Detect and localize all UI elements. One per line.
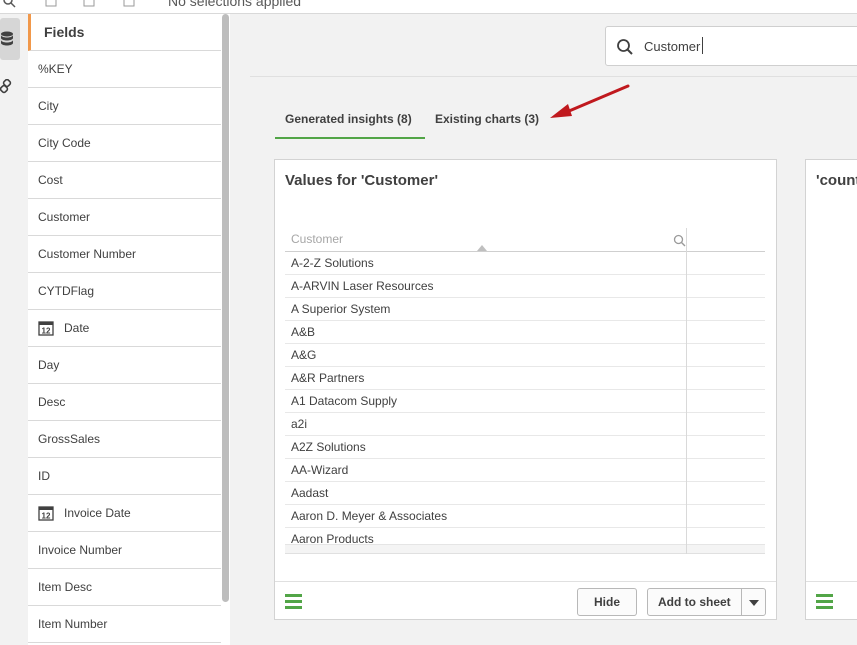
add-to-sheet-dropdown-button[interactable] [741,588,766,616]
field-item-label: City [38,99,59,113]
fields-panel-header: Fields [28,14,221,51]
field-item-label: Invoice Date [64,506,131,520]
list-item[interactable]: A&G [285,344,765,367]
master-items-rail-button[interactable] [0,66,20,108]
selection-back-icon[interactable] [44,0,58,8]
clear-selections-icon[interactable] [122,0,136,8]
field-item[interactable]: CYTDFlag [28,273,221,310]
list-item[interactable]: A&R Partners [285,367,765,390]
active-tab-indicator [275,137,425,139]
fields-panel-title: Fields [44,24,85,40]
database-icon [1,31,13,46]
field-item[interactable]: Day [28,347,221,384]
list-item[interactable]: a2i [285,413,765,436]
field-item-label: ID [38,469,50,483]
chevron-down-icon [749,600,759,606]
field-item-label: Day [38,358,60,372]
calendar-icon: 12 [38,506,54,521]
field-item-label: Item Number [38,617,108,631]
field-list: %KEY City City Code Cost Customer Customer Nu… [28,51,221,643]
selections-status: No selections applied [168,0,302,9]
tab-generated-insights[interactable]: Generated insights (8) [285,112,412,126]
column-divider [686,228,687,554]
field-item[interactable]: Desc [28,384,221,421]
field-item-label: Customer Number [38,247,137,261]
fields-rail-button[interactable] [0,18,20,60]
toolbar: No selections applied [0,0,857,14]
add-to-sheet-button[interactable]: Add to sheet [647,588,742,616]
tab-existing-charts[interactable]: Existing charts (3) [435,112,539,126]
field-item-label: Desc [38,395,66,409]
calendar-icon: 12 [38,321,54,336]
list-item[interactable]: A-2-Z Solutions [285,252,765,275]
card-title: 'count [816,172,857,189]
column-header-label: Customer [291,232,344,246]
list-item[interactable]: A Superior System [285,298,765,321]
card-footer [806,581,857,620]
field-item[interactable]: GrossSales [28,421,221,458]
field-item-label: Date [64,321,90,335]
list-item[interactable]: A2Z Solutions [285,436,765,459]
field-item-label: Customer [38,210,91,224]
column-search-icon[interactable] [673,234,686,247]
card-footer: Hide Add to sheet [275,581,776,620]
fields-panel: Fields %KEY City City Code Cost Customer Cust… [28,14,230,645]
field-item[interactable]: Invoice Number [28,532,221,569]
hide-button[interactable]: Hide [577,588,637,616]
field-item[interactable]: Item Desc [28,569,221,606]
field-item-label: Item Desc [38,580,93,594]
list-item[interactable]: AA-Wizard [285,459,765,482]
card-title: Values for 'Customer' [285,172,439,189]
insight-search-input[interactable] [644,36,844,56]
list-item[interactable]: A1 Datacom Supply [285,390,765,413]
list-item[interactable]: A&B [285,321,765,344]
list-item[interactable]: Aadast [285,482,765,505]
list-item[interactable]: Aaron D. Meyer & Associates [285,505,765,528]
search-icon[interactable] [2,0,16,8]
value-list: A-2-Z Solutions A-ARVIN Laser Resources A … [285,252,765,551]
insight-card-count: 'count [805,159,857,620]
list-item[interactable]: A-ARVIN Laser Resources [285,275,765,298]
field-item-label: %KEY [38,62,73,76]
field-item[interactable]: Customer Number [28,236,221,273]
field-item-label: Cost [38,173,63,187]
field-item[interactable]: 12 Invoice Date [28,495,221,532]
field-item[interactable]: 12 Date [28,310,221,347]
field-item-label: CYTDFlag [38,284,95,298]
field-item[interactable]: City Code [28,125,221,162]
selection-forward-icon[interactable] [82,0,96,8]
insight-search-box[interactable] [605,26,857,66]
header-divider [250,76,857,77]
menu-icon[interactable] [816,594,833,609]
field-item-label: City Code [38,136,91,150]
field-item[interactable]: Cost [28,162,221,199]
annotation-arrow-icon [550,84,630,118]
field-item[interactable]: Item Number [28,606,221,643]
field-item-label: Invoice Number [38,543,123,557]
field-item[interactable]: Customer [28,199,221,236]
asset-rail [0,14,28,645]
link-icon [0,79,12,94]
sort-ascending-icon[interactable] [477,245,487,251]
svg-text:12: 12 [42,327,51,336]
search-icon [617,39,633,55]
field-item[interactable]: City [28,88,221,125]
fields-scrollbar[interactable] [221,14,230,645]
list-scroll-fade [285,544,765,554]
field-item-label: GrossSales [38,432,101,446]
insight-card-values: Values for 'Customer' Customer A-2-Z Sol… [274,159,777,620]
column-header[interactable]: Customer [285,228,765,252]
field-item[interactable]: %KEY [28,51,221,88]
fields-scrollbar-thumb[interactable] [222,14,229,602]
svg-text:12: 12 [42,512,51,521]
text-caret [702,37,703,54]
field-item[interactable]: ID [28,458,221,495]
menu-icon[interactable] [285,594,302,609]
